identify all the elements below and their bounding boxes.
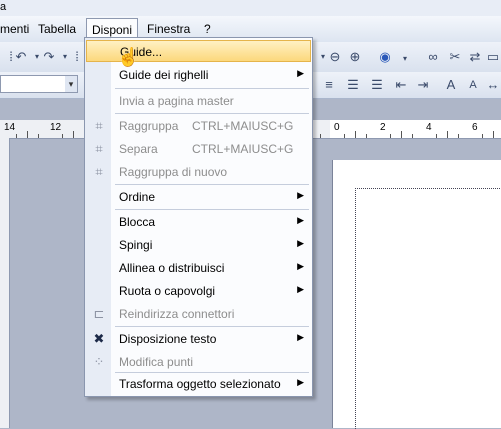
menu-item-disposizione-testo[interactable]: ✖ Disposizione testo ▶ xyxy=(86,328,311,350)
window-title: a xyxy=(0,1,7,13)
toolbar-options-icon[interactable]: ▾ xyxy=(396,50,414,68)
align-right-icon[interactable]: ≡ xyxy=(320,76,338,94)
ruler-label: 14 xyxy=(4,122,16,133)
publication-page[interactable] xyxy=(333,160,501,429)
submenu-arrow-icon: ▶ xyxy=(297,215,304,225)
group-icon: ⌗ xyxy=(95,118,103,133)
menu-item-blocca[interactable]: Blocca ▶ xyxy=(86,211,311,233)
submenu-arrow-icon: ▶ xyxy=(297,238,304,248)
menu-item-separa[interactable]: ⌗ Separa CTRL+MAIUSC+G xyxy=(86,138,311,160)
increase-indent-icon[interactable]: ⇥ xyxy=(414,76,432,94)
help-icon[interactable]: ◉ xyxy=(376,48,394,66)
title-bar: a xyxy=(0,0,501,16)
ruler-label: 6 xyxy=(472,122,478,133)
menu-item-ruota-capovolgi[interactable]: Ruota o capovolgi ▶ xyxy=(86,280,311,302)
edit-points-icon: ⁘ xyxy=(93,354,105,369)
menu-separator xyxy=(115,88,309,89)
ruler-label: 4 xyxy=(426,122,432,133)
menu-finestra[interactable]: Finestra xyxy=(147,22,190,36)
menu-strumenti[interactable]: menti xyxy=(0,22,29,36)
menu-tabella[interactable]: Tabella xyxy=(38,22,76,36)
dropdown-arrow-icon[interactable]: ▾ xyxy=(65,76,77,92)
menu-separator xyxy=(115,184,309,185)
menu-help[interactable]: ? xyxy=(204,22,211,36)
menu-item-allinea-distribuisci[interactable]: Allinea o distribuisci ▶ xyxy=(86,257,311,279)
ruler-label: 0 xyxy=(334,122,340,133)
menu-separator xyxy=(115,209,309,210)
text-box-icon[interactable]: ▭ xyxy=(484,48,501,66)
decrease-font-size-icon[interactable]: A xyxy=(464,76,482,94)
font-style-select[interactable]: ▾ xyxy=(0,75,78,93)
menu-separator xyxy=(115,326,309,327)
menu-item-trasforma-oggetto[interactable]: Trasforma oggetto selezionato ▶ xyxy=(86,373,311,395)
menu-item-spingi[interactable]: Spingi ▶ xyxy=(86,234,311,256)
disponi-dropdown-menu: Guide... Guide dei righelli ▶ Invia a pa… xyxy=(84,37,313,397)
bulleted-list-icon[interactable]: ☰ xyxy=(368,76,386,94)
zoom-out-icon[interactable]: ⊖ xyxy=(326,48,344,66)
increase-font-size-icon[interactable]: A xyxy=(442,76,460,94)
submenu-arrow-icon: ▶ xyxy=(297,190,304,200)
text-flow-icon[interactable]: ⇄ xyxy=(466,48,484,66)
submenu-arrow-icon: ▶ xyxy=(297,284,304,294)
decrease-indent-icon[interactable]: ⇤ xyxy=(392,76,410,94)
numbered-list-icon[interactable]: ☰ xyxy=(344,76,362,94)
ruler-label: 2 xyxy=(380,122,386,133)
regroup-icon: ⌗ xyxy=(95,164,103,179)
menu-separator xyxy=(115,113,309,114)
page-margin-guide xyxy=(355,188,501,429)
text-wrap-icon: ✖ xyxy=(93,331,105,346)
ruler-label: 12 xyxy=(50,122,62,133)
mouse-pointer-icon: ☝ xyxy=(117,47,140,67)
menu-disponi[interactable]: Disponi xyxy=(86,18,139,38)
menu-item-modifica-punti[interactable]: ⁘ Modifica punti xyxy=(86,351,311,373)
text-direction-icon[interactable]: ↔ xyxy=(484,76,501,94)
submenu-arrow-icon: ▶ xyxy=(297,377,304,387)
ungroup-icon: ⌗ xyxy=(95,141,103,156)
menu-item-ordine[interactable]: Ordine ▶ xyxy=(86,186,311,208)
reroute-connector-icon: ⊏ xyxy=(93,306,105,321)
link-icon[interactable]: ∞ xyxy=(424,48,442,66)
submenu-arrow-icon: ▶ xyxy=(297,261,304,271)
unlink-icon[interactable]: ✂ xyxy=(446,48,464,66)
menu-item-raggruppa[interactable]: ⌗ Raggruppa CTRL+MAIUSC+G xyxy=(86,115,311,137)
vertical-ruler[interactable] xyxy=(0,138,10,428)
submenu-arrow-icon: ▶ xyxy=(297,332,304,342)
menu-item-raggruppa-di-nuovo[interactable]: ⌗ Raggruppa di nuovo xyxy=(86,161,311,183)
menu-item-reindirizza-connettori[interactable]: ⊏ Reindirizza connettori xyxy=(86,303,311,325)
zoom-in-icon[interactable]: ⊕ xyxy=(346,48,364,66)
menu-item-invia-pagina-master[interactable]: Invia a pagina master xyxy=(86,90,311,112)
submenu-arrow-icon: ▶ xyxy=(297,68,304,78)
